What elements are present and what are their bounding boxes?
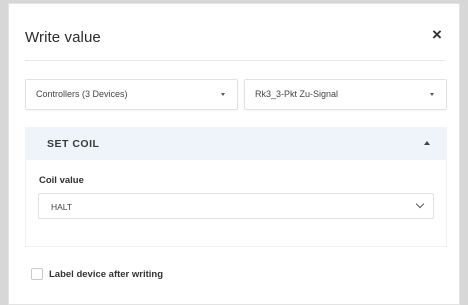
dialog-title: Write value <box>25 29 101 46</box>
set-coil-section-body: Coil value HALT <box>25 160 447 247</box>
write-value-dialog: Write value × Controllers (3 Devices) Rk… <box>8 3 460 305</box>
datapoint-select[interactable]: Rk3_3-Pkt Zu-Signal <box>244 79 447 110</box>
caret-up-icon <box>424 141 430 145</box>
coil-value-label: Coil value <box>39 175 84 186</box>
set-coil-section-header[interactable]: SET COIL <box>25 127 447 160</box>
label-device-label: Label device after writing <box>49 269 164 280</box>
chevron-down-icon <box>415 199 425 209</box>
dialog-header: Write value × <box>9 4 459 66</box>
caret-down-icon <box>221 93 225 96</box>
target-select-value: Controllers (3 Devices) <box>36 89 128 99</box>
target-select[interactable]: Controllers (3 Devices) <box>25 79 238 110</box>
datapoint-select-value: Rk3_3-Pkt Zu-Signal <box>255 89 339 99</box>
coil-value-selected: HALT <box>51 202 73 212</box>
close-icon[interactable]: × <box>429 26 445 44</box>
header-divider <box>25 60 445 61</box>
label-device-checkbox[interactable] <box>31 268 43 280</box>
section-title: SET COIL <box>47 138 100 150</box>
caret-down-icon <box>430 93 434 96</box>
coil-value-select[interactable]: HALT <box>38 193 434 219</box>
